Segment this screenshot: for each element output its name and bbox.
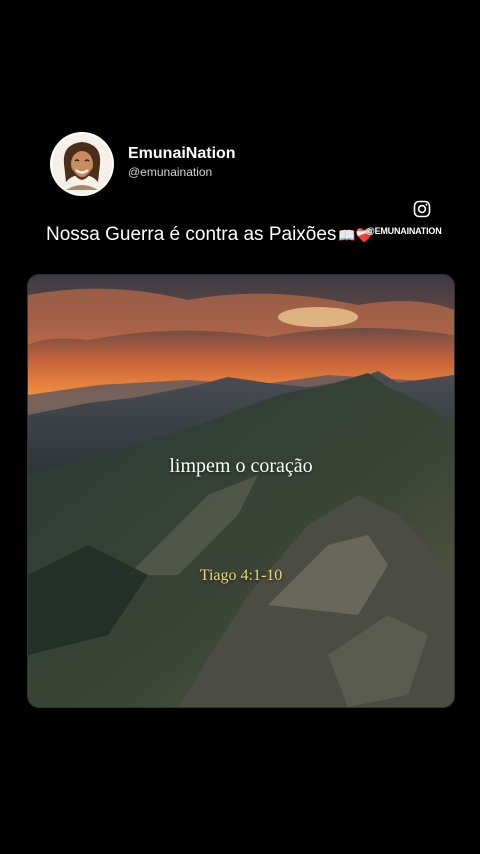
instagram-icon[interactable] (413, 200, 431, 218)
handle[interactable]: @emunaination (128, 165, 236, 179)
caption-text: Nossa Guerra é contra as Paixões (46, 224, 337, 245)
display-name[interactable]: EmunaiNation (128, 145, 236, 163)
verse-quote: limpem o coração (169, 455, 313, 477)
mountain-sunset-image (28, 275, 454, 707)
media-card[interactable]: limpem o coração Tiago 4:1-10 (27, 274, 455, 708)
profile-header[interactable]: EmunaiNation @emunaination (50, 132, 236, 196)
profile-names: EmunaiNation @emunaination (128, 145, 236, 179)
post-caption: Nossa Guerra é contra as Paixões 📖❤️‍🩹 (46, 224, 373, 246)
avatar[interactable] (50, 132, 114, 196)
verse-reference: Tiago 4:1-10 (199, 567, 283, 584)
watermark: @EMUNAINATION (366, 226, 442, 236)
cartoon-portrait-icon (52, 134, 112, 194)
